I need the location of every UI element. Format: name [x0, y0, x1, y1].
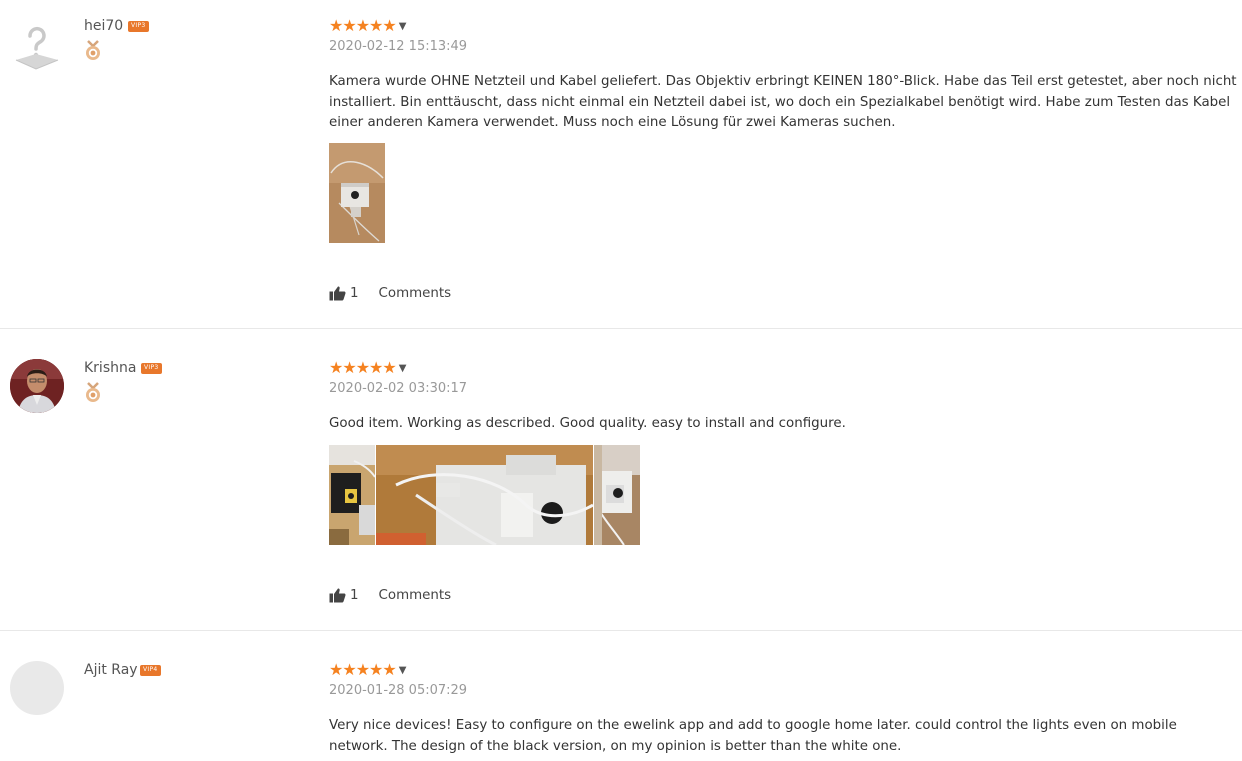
- vip-badge: VIP4: [140, 665, 161, 676]
- star-icon: ★: [329, 16, 343, 35]
- vip-badge: VIP3: [128, 21, 149, 32]
- like-count: 1: [350, 587, 359, 603]
- rating-stars: ★ ★ ★ ★ ★ ▼: [329, 18, 406, 34]
- star-icon: ★: [369, 16, 383, 35]
- review-photo[interactable]: [329, 445, 375, 545]
- thumbs-up-icon[interactable]: [329, 587, 346, 603]
- user-avatar[interactable]: [10, 359, 64, 413]
- reviewer-name[interactable]: hei70: [84, 18, 123, 34]
- star-icon: ★: [382, 16, 396, 35]
- review-footer: 1 Comments: [329, 285, 451, 301]
- reviewer-name[interactable]: Ajit Ray: [84, 662, 138, 678]
- star-icon: ★: [355, 16, 370, 35]
- thumbs-up-icon[interactable]: [329, 285, 346, 301]
- review-text: Kamera wurde OHNE Netzteil und Kabel gel…: [329, 74, 1237, 130]
- review-date: 2020-02-12 15:13:49: [329, 39, 468, 54]
- review-text: Very nice devices! Easy to configure on …: [329, 718, 1177, 754]
- medal-icon: [84, 40, 102, 62]
- rating-stars: ★ ★ ★ ★ ★ ▼: [329, 662, 406, 678]
- review-photo[interactable]: [376, 445, 593, 545]
- caret-down-icon[interactable]: ▼: [399, 21, 407, 32]
- star-icon: ★: [369, 660, 383, 679]
- star-icon: ★: [342, 358, 356, 377]
- star-icon: ★: [369, 358, 383, 377]
- review-text: Good item. Working as described. Good qu…: [329, 416, 846, 431]
- default-avatar-icon[interactable]: [10, 18, 64, 72]
- caret-down-icon[interactable]: ▼: [399, 665, 407, 676]
- review-footer: 1 Comments: [329, 587, 451, 603]
- review-item: hei70 VIP3 ★ ★ ★ ★ ★ ▼ 2020-02-12 15:13:49 K…: [0, 0, 1242, 329]
- user-avatar[interactable]: [10, 661, 64, 715]
- star-icon: ★: [342, 660, 356, 679]
- review-photo[interactable]: [594, 445, 640, 545]
- review-item: Ajit Ray VIP4 ★ ★ ★ ★ ★ ▼ 2020-01-28 05:07:2…: [0, 631, 1242, 761]
- star-icon: ★: [329, 660, 343, 679]
- star-icon: ★: [382, 358, 396, 377]
- star-icon: ★: [355, 358, 370, 377]
- review-photo[interactable]: [329, 143, 385, 243]
- medal-icon: [84, 382, 102, 404]
- caret-down-icon[interactable]: ▼: [399, 363, 407, 374]
- like-count: 1: [350, 285, 359, 301]
- review-item: Krishna VIP3 ★ ★ ★ ★ ★ ▼ 2020-02-02 03:30:17…: [0, 329, 1242, 631]
- star-icon: ★: [329, 358, 343, 377]
- review-date: 2020-01-28 05:07:29: [329, 683, 468, 698]
- star-icon: ★: [355, 660, 370, 679]
- star-icon: ★: [342, 16, 356, 35]
- review-date: 2020-02-02 03:30:17: [329, 381, 468, 396]
- reviewer-name[interactable]: Krishna: [84, 360, 136, 376]
- comments-link[interactable]: Comments: [379, 286, 452, 301]
- vip-badge: VIP3: [141, 363, 162, 374]
- star-icon: ★: [382, 660, 396, 679]
- comments-link[interactable]: Comments: [379, 588, 452, 603]
- rating-stars: ★ ★ ★ ★ ★ ▼: [329, 360, 406, 376]
